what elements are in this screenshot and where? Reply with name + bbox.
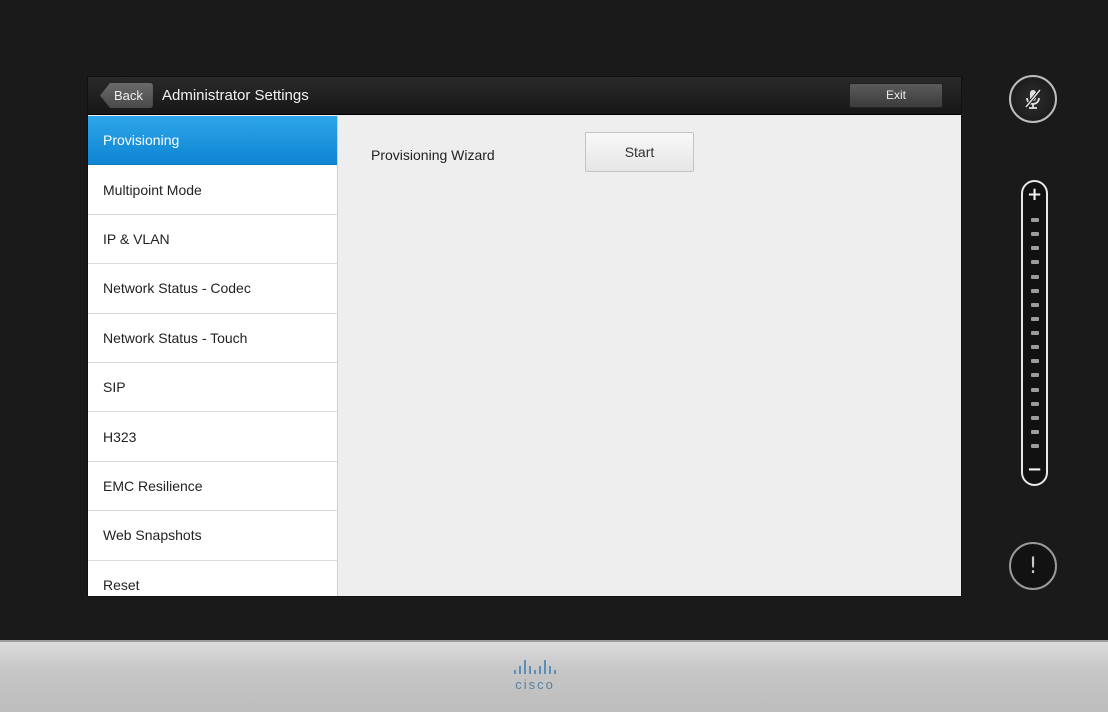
cisco-logo: cisco	[490, 660, 580, 692]
volume-tick	[1031, 218, 1039, 222]
volume-tick	[1031, 232, 1039, 237]
microphone-muted-icon	[1024, 88, 1042, 109]
volume-down-icon[interactable]: −	[1023, 459, 1046, 480]
volume-slider[interactable]: + −	[1021, 180, 1048, 486]
sidebar-item-emc-resilience[interactable]: EMC Resilience	[88, 461, 337, 512]
exit-button[interactable]: Exit	[849, 83, 943, 108]
volume-tick	[1031, 444, 1039, 448]
sidebar-item-label: Network Status - Touch	[103, 329, 248, 346]
volume-tick	[1031, 429, 1039, 434]
volume-tick	[1031, 415, 1039, 420]
volume-tick	[1031, 345, 1039, 350]
sidebar: Provisioning Multipoint Mode IP & VLAN N…	[88, 116, 338, 596]
sidebar-item-label: EMC Resilience	[103, 477, 203, 494]
main-content: Provisioning Wizard Start	[339, 116, 961, 596]
sidebar-item-sip[interactable]: SIP	[88, 362, 337, 413]
page-title: Administrator Settings	[162, 87, 309, 104]
header-bar: Back Administrator Settings Exit	[88, 77, 961, 115]
sidebar-item-label: Web Snapshots	[103, 527, 202, 544]
exclamation-icon: !	[1028, 553, 1038, 579]
sidebar-item-label: Provisioning	[103, 132, 180, 149]
mute-button[interactable]	[1009, 75, 1057, 123]
sidebar-item-provisioning[interactable]: Provisioning	[88, 116, 337, 166]
volume-level-ticks	[1031, 218, 1039, 448]
volume-tick	[1031, 302, 1039, 307]
provisioning-wizard-label: Provisioning Wizard	[371, 147, 495, 163]
sidebar-item-label: Network Status - Codec	[103, 280, 251, 297]
volume-tick	[1031, 401, 1039, 406]
cisco-bars-icon	[490, 660, 580, 674]
sidebar-item-network-status-touch[interactable]: Network Status - Touch	[88, 313, 337, 363]
start-button[interactable]: Start	[585, 132, 694, 172]
volume-tick	[1031, 316, 1039, 321]
device-bezel: cisco	[0, 640, 1108, 712]
sidebar-item-h323[interactable]: H323	[88, 412, 337, 462]
sidebar-item-web-snapshots[interactable]: Web Snapshots	[88, 511, 337, 561]
settings-panel: Back Administrator Settings Exit Provisi…	[87, 76, 962, 597]
sidebar-item-label: IP & VLAN	[103, 230, 170, 247]
volume-tick	[1031, 288, 1039, 293]
volume-tick	[1031, 373, 1039, 378]
volume-tick	[1031, 359, 1039, 364]
volume-tick	[1031, 274, 1039, 279]
volume-tick	[1031, 331, 1039, 335]
sidebar-item-reset[interactable]: Reset	[88, 560, 337, 596]
sidebar-item-label: Reset	[103, 576, 140, 593]
volume-tick	[1031, 387, 1039, 392]
cisco-wordmark: cisco	[515, 677, 555, 692]
volume-up-icon[interactable]: +	[1023, 184, 1046, 205]
sidebar-item-label: H323	[103, 428, 137, 445]
volume-tick	[1031, 260, 1039, 265]
sidebar-item-network-status-codec[interactable]: Network Status - Codec	[88, 264, 337, 314]
alert-button[interactable]: !	[1009, 542, 1057, 590]
sidebar-item-multipoint-mode[interactable]: Multipoint Mode	[88, 165, 337, 215]
sidebar-item-label: SIP	[103, 379, 126, 396]
volume-tick	[1031, 246, 1039, 251]
back-button[interactable]: Back	[100, 83, 153, 108]
device-screen: Back Administrator Settings Exit Provisi…	[0, 0, 1108, 640]
sidebar-item-ip-vlan[interactable]: IP & VLAN	[88, 214, 337, 265]
sidebar-item-label: Multipoint Mode	[103, 181, 202, 198]
